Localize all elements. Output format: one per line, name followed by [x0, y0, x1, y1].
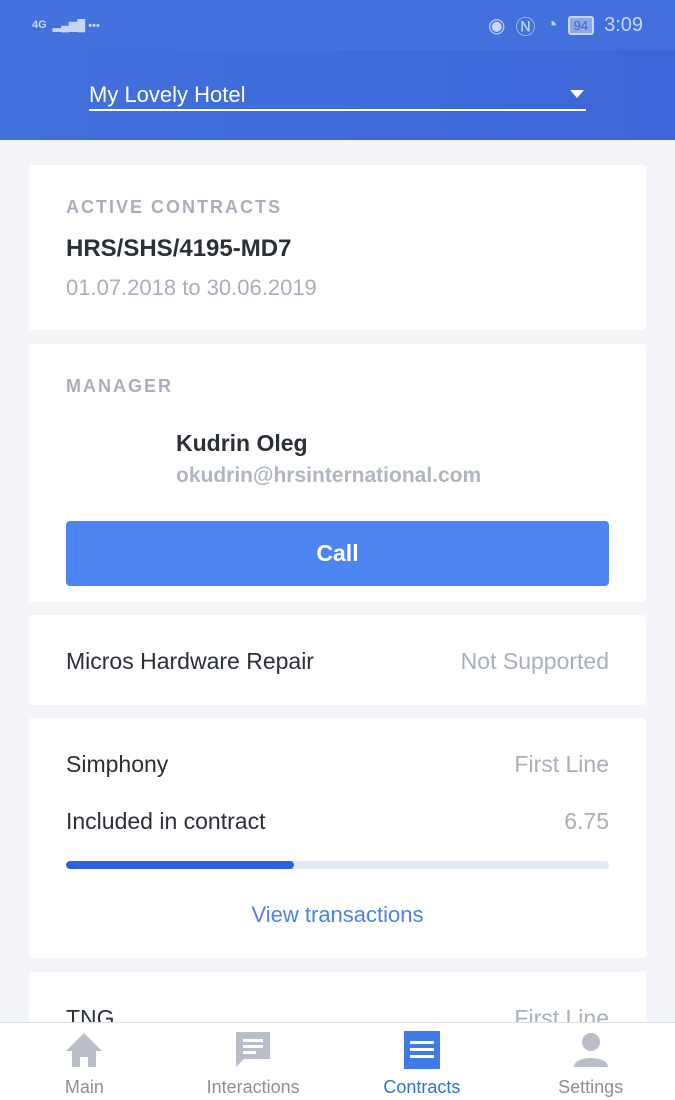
- nav-item-main[interactable]: Main: [0, 1023, 169, 1100]
- section-label: ACTIVE CONTRACTS: [66, 197, 282, 217]
- contract-period: 01.07.2018 to 30.06.2019: [66, 275, 317, 300]
- nav-label: Main: [64, 1077, 104, 1097]
- receipt-icon: [403, 1031, 440, 1069]
- usage-progress-fill: [66, 861, 295, 869]
- speed-icon: ◔: [545, 13, 558, 36]
- service-card: Simphony First Line Included in contract 6…: [29, 718, 646, 958]
- nav-item-interactions[interactable]: Interactions: [169, 1023, 338, 1100]
- service-status: Not Supported: [460, 648, 609, 674]
- usage-progress-bar: [66, 861, 609, 869]
- nav-item-settings[interactable]: Settings: [506, 1023, 675, 1100]
- nav-label: Settings: [558, 1077, 624, 1097]
- included-label: Included in contract: [66, 808, 266, 834]
- call-button[interactable]: Call: [66, 521, 609, 586]
- section-label: MANAGER: [66, 376, 173, 396]
- service-name: Micros Hardware Repair: [66, 648, 314, 674]
- nav-label: Contracts: [383, 1077, 461, 1097]
- active-contracts-card: ACTIVE CONTRACTS HRS/SHS/4195-MD7 01.07.…: [29, 165, 646, 330]
- hotel-select[interactable]: My Lovely Hotel: [89, 82, 586, 111]
- view-transactions-link[interactable]: View transactions: [29, 902, 646, 928]
- status-bar: 4G ▂▄▆█ ••• ◉ Ⓝ ◔ 94 3:09: [0, 0, 675, 50]
- manager-card: MANAGER Kudrin Oleg okudrin@hrsinternati…: [29, 344, 646, 602]
- clock: 3:09: [604, 13, 643, 36]
- service-status: First Line: [514, 751, 609, 777]
- nav-item-contracts[interactable]: Contracts: [338, 1023, 507, 1100]
- chat-icon: [236, 1032, 271, 1067]
- hotel-select-value: My Lovely Hotel: [89, 82, 246, 107]
- nfc-icon: Ⓝ: [515, 16, 536, 39]
- header: My Lovely Hotel: [0, 50, 675, 140]
- network-indicator: 4G: [32, 19, 47, 31]
- eye-icon: ◉: [488, 14, 506, 37]
- person-icon: [573, 1033, 608, 1067]
- bottom-nav: Main Interactions Contracts Settings: [0, 1022, 675, 1100]
- manager-email[interactable]: okudrin@hrsinternational.com: [176, 464, 481, 488]
- manager-name: Kudrin Oleg: [176, 430, 308, 456]
- nav-label: Interactions: [206, 1077, 300, 1097]
- home-icon: [66, 1033, 103, 1067]
- service-card: Micros Hardware Repair Not Supported: [29, 615, 646, 705]
- contract-number: HRS/SHS/4195-MD7: [66, 235, 292, 262]
- battery-icon: 94: [567, 15, 595, 35]
- service-name: Simphony: [66, 751, 169, 777]
- included-value: 6.75: [564, 808, 609, 834]
- chevron-down-icon: [570, 90, 584, 98]
- signal-icon: ▂▄▆█ •••: [52, 19, 100, 32]
